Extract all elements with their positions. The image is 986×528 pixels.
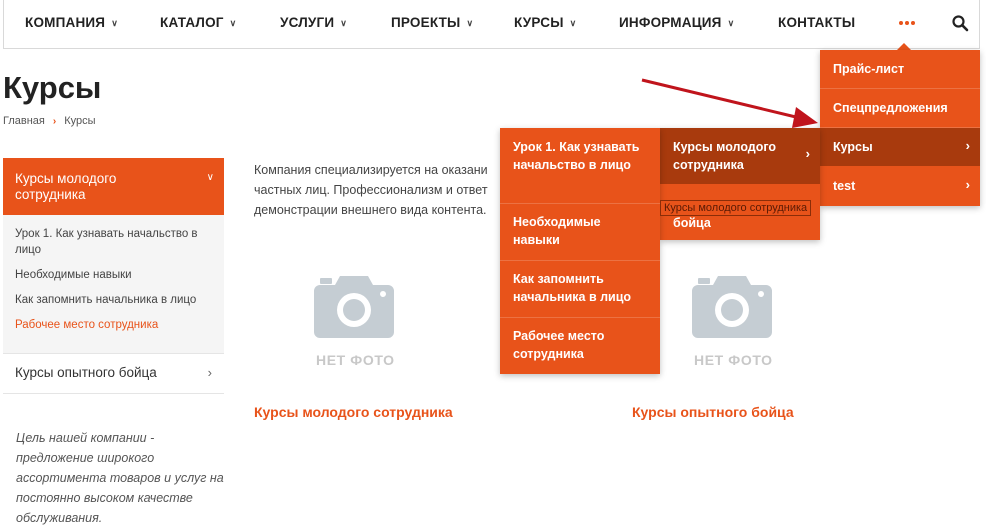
annotation-arrow-icon [641,78,818,128]
